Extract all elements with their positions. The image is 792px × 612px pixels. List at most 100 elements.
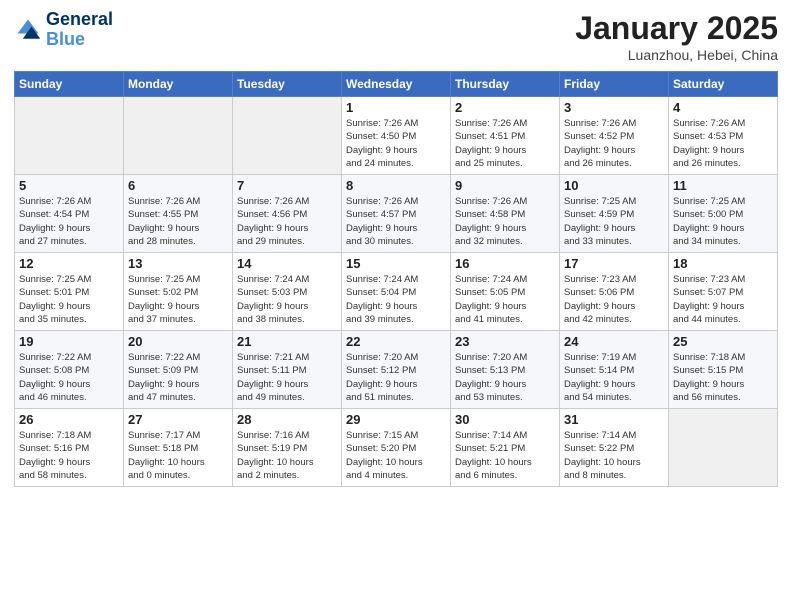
day-cell: 14Sunrise: 7:24 AM Sunset: 5:03 PM Dayli… — [233, 253, 342, 331]
day-cell: 25 Sunrise: 7:18 AM Sunset: 5:15 PM Dayli… — [669, 331, 778, 409]
day-number: 1 — [346, 100, 446, 115]
day-header-monday: Monday — [124, 72, 233, 97]
day-header-sunday: Sunday — [15, 72, 124, 97]
day-number: 28 — [237, 412, 337, 427]
logo-line2: Blue — [46, 29, 85, 49]
day-info: Sunrise: 7:24 AM Sunset: 5:04 PM Dayligh… — [346, 273, 446, 326]
day-header-saturday: Saturday — [669, 72, 778, 97]
day-info: Sunrise: 7:26 AM Sunset: 4:50 PM Dayligh… — [346, 117, 446, 170]
day-cell: 22 Sunrise: 7:20 AM Sunset: 5:12 PM Dayli… — [342, 331, 451, 409]
day-info: Sunrise: 7:24 AM Sunset: 5:03 PM Dayligh… — [237, 273, 337, 326]
day-cell: 16Sunrise: 7:24 AM Sunset: 5:05 PM Dayli… — [451, 253, 560, 331]
day-info: Sunrise: 7:26 AM Sunset: 4:52 PM Dayligh… — [564, 117, 664, 170]
day-cell: 8 Sunrise: 7:26 AM Sunset: 4:57 PM Daylig… — [342, 175, 451, 253]
day-header-tuesday: Tuesday — [233, 72, 342, 97]
day-number: 2 — [455, 100, 555, 115]
day-cell: 21Sunrise: 7:21 AM Sunset: 5:11 PM Dayli… — [233, 331, 342, 409]
day-cell: 24Sunrise: 7:19 AM Sunset: 5:14 PM Dayli… — [560, 331, 669, 409]
day-info: Sunrise: 7:16 AM Sunset: 5:19 PM Dayligh… — [237, 429, 337, 482]
day-cell: 10Sunrise: 7:25 AM Sunset: 4:59 PM Dayli… — [560, 175, 669, 253]
day-info: Sunrise: 7:26 AM Sunset: 4:56 PM Dayligh… — [237, 195, 337, 248]
day-header-friday: Friday — [560, 72, 669, 97]
day-info: Sunrise: 7:25 AM Sunset: 5:02 PM Dayligh… — [128, 273, 228, 326]
day-cell: 11 Sunrise: 7:25 AM Sunset: 5:00 PM Dayli… — [669, 175, 778, 253]
day-info: Sunrise: 7:26 AM Sunset: 4:57 PM Dayligh… — [346, 195, 446, 248]
day-cell: 30 Sunrise: 7:14 AM Sunset: 5:21 PM Dayli… — [451, 409, 560, 487]
day-number: 4 — [673, 100, 773, 115]
day-number: 11 — [673, 178, 773, 193]
day-cell: 23Sunrise: 7:20 AM Sunset: 5:13 PM Dayli… — [451, 331, 560, 409]
day-cell: 12Sunrise: 7:25 AM Sunset: 5:01 PM Dayli… — [15, 253, 124, 331]
calendar-table: SundayMondayTuesdayWednesdayThursdayFrid… — [14, 71, 778, 487]
day-number: 6 — [128, 178, 228, 193]
logo: General Blue — [14, 10, 113, 50]
logo-text: General Blue — [46, 10, 113, 50]
day-info: Sunrise: 7:26 AM Sunset: 4:55 PM Dayligh… — [128, 195, 228, 248]
day-number: 7 — [237, 178, 337, 193]
week-row-4: 19 Sunrise: 7:22 AM Sunset: 5:08 PM Dayli… — [15, 331, 778, 409]
day-number: 22 — [346, 334, 446, 349]
day-number: 12 — [19, 256, 119, 271]
day-info: Sunrise: 7:18 AM Sunset: 5:15 PM Dayligh… — [673, 351, 773, 404]
day-number: 19 — [19, 334, 119, 349]
day-cell: 27 Sunrise: 7:17 AM Sunset: 5:18 PM Dayli… — [124, 409, 233, 487]
day-info: Sunrise: 7:23 AM Sunset: 5:06 PM Dayligh… — [564, 273, 664, 326]
day-info: Sunrise: 7:18 AM Sunset: 5:16 PM Dayligh… — [19, 429, 119, 482]
day-info: Sunrise: 7:25 AM Sunset: 4:59 PM Dayligh… — [564, 195, 664, 248]
day-number: 25 — [673, 334, 773, 349]
day-info: Sunrise: 7:20 AM Sunset: 5:13 PM Dayligh… — [455, 351, 555, 404]
day-cell: 13 Sunrise: 7:25 AM Sunset: 5:02 PM Dayli… — [124, 253, 233, 331]
day-cell: 9 Sunrise: 7:26 AM Sunset: 4:58 PM Daylig… — [451, 175, 560, 253]
day-number: 17 — [564, 256, 664, 271]
day-number: 9 — [455, 178, 555, 193]
day-info: Sunrise: 7:24 AM Sunset: 5:05 PM Dayligh… — [455, 273, 555, 326]
day-cell: 18 Sunrise: 7:23 AM Sunset: 5:07 PM Dayli… — [669, 253, 778, 331]
month-title: January 2025 — [575, 10, 778, 47]
day-info: Sunrise: 7:21 AM Sunset: 5:11 PM Dayligh… — [237, 351, 337, 404]
day-info: Sunrise: 7:20 AM Sunset: 5:12 PM Dayligh… — [346, 351, 446, 404]
day-number: 20 — [128, 334, 228, 349]
day-info: Sunrise: 7:22 AM Sunset: 5:08 PM Dayligh… — [19, 351, 119, 404]
day-number: 27 — [128, 412, 228, 427]
day-info: Sunrise: 7:26 AM Sunset: 4:53 PM Dayligh… — [673, 117, 773, 170]
day-cell: 20 Sunrise: 7:22 AM Sunset: 5:09 PM Dayli… — [124, 331, 233, 409]
day-header-thursday: Thursday — [451, 72, 560, 97]
day-number: 5 — [19, 178, 119, 193]
day-cell — [15, 97, 124, 175]
day-info: Sunrise: 7:19 AM Sunset: 5:14 PM Dayligh… — [564, 351, 664, 404]
day-cell: 4 Sunrise: 7:26 AM Sunset: 4:53 PM Daylig… — [669, 97, 778, 175]
logo-icon — [14, 16, 42, 44]
day-cell: 5Sunrise: 7:26 AM Sunset: 4:54 PM Daylig… — [15, 175, 124, 253]
day-info: Sunrise: 7:26 AM Sunset: 4:58 PM Dayligh… — [455, 195, 555, 248]
day-cell: 1 Sunrise: 7:26 AM Sunset: 4:50 PM Daylig… — [342, 97, 451, 175]
day-cell — [233, 97, 342, 175]
day-info: Sunrise: 7:22 AM Sunset: 5:09 PM Dayligh… — [128, 351, 228, 404]
page: General Blue January 2025 Luanzhou, Hebe… — [0, 0, 792, 612]
day-cell: 29 Sunrise: 7:15 AM Sunset: 5:20 PM Dayli… — [342, 409, 451, 487]
day-number: 18 — [673, 256, 773, 271]
day-cell: 3 Sunrise: 7:26 AM Sunset: 4:52 PM Daylig… — [560, 97, 669, 175]
day-header-wednesday: Wednesday — [342, 72, 451, 97]
day-cell: 17 Sunrise: 7:23 AM Sunset: 5:06 PM Dayli… — [560, 253, 669, 331]
day-cell — [124, 97, 233, 175]
day-info: Sunrise: 7:14 AM Sunset: 5:21 PM Dayligh… — [455, 429, 555, 482]
day-cell: 26Sunrise: 7:18 AM Sunset: 5:16 PM Dayli… — [15, 409, 124, 487]
day-info: Sunrise: 7:15 AM Sunset: 5:20 PM Dayligh… — [346, 429, 446, 482]
day-cell: 31Sunrise: 7:14 AM Sunset: 5:22 PM Dayli… — [560, 409, 669, 487]
logo-line1: General — [46, 10, 113, 30]
day-number: 30 — [455, 412, 555, 427]
day-number: 29 — [346, 412, 446, 427]
day-number: 8 — [346, 178, 446, 193]
day-cell: 19 Sunrise: 7:22 AM Sunset: 5:08 PM Dayli… — [15, 331, 124, 409]
day-info: Sunrise: 7:23 AM Sunset: 5:07 PM Dayligh… — [673, 273, 773, 326]
day-info: Sunrise: 7:25 AM Sunset: 5:00 PM Dayligh… — [673, 195, 773, 248]
day-cell — [669, 409, 778, 487]
calendar-header-row: SundayMondayTuesdayWednesdayThursdayFrid… — [15, 72, 778, 97]
day-number: 3 — [564, 100, 664, 115]
day-info: Sunrise: 7:17 AM Sunset: 5:18 PM Dayligh… — [128, 429, 228, 482]
day-cell: 7 Sunrise: 7:26 AM Sunset: 4:56 PM Daylig… — [233, 175, 342, 253]
day-cell: 15Sunrise: 7:24 AM Sunset: 5:04 PM Dayli… — [342, 253, 451, 331]
location: Luanzhou, Hebei, China — [575, 47, 778, 63]
day-number: 13 — [128, 256, 228, 271]
week-row-3: 12Sunrise: 7:25 AM Sunset: 5:01 PM Dayli… — [15, 253, 778, 331]
